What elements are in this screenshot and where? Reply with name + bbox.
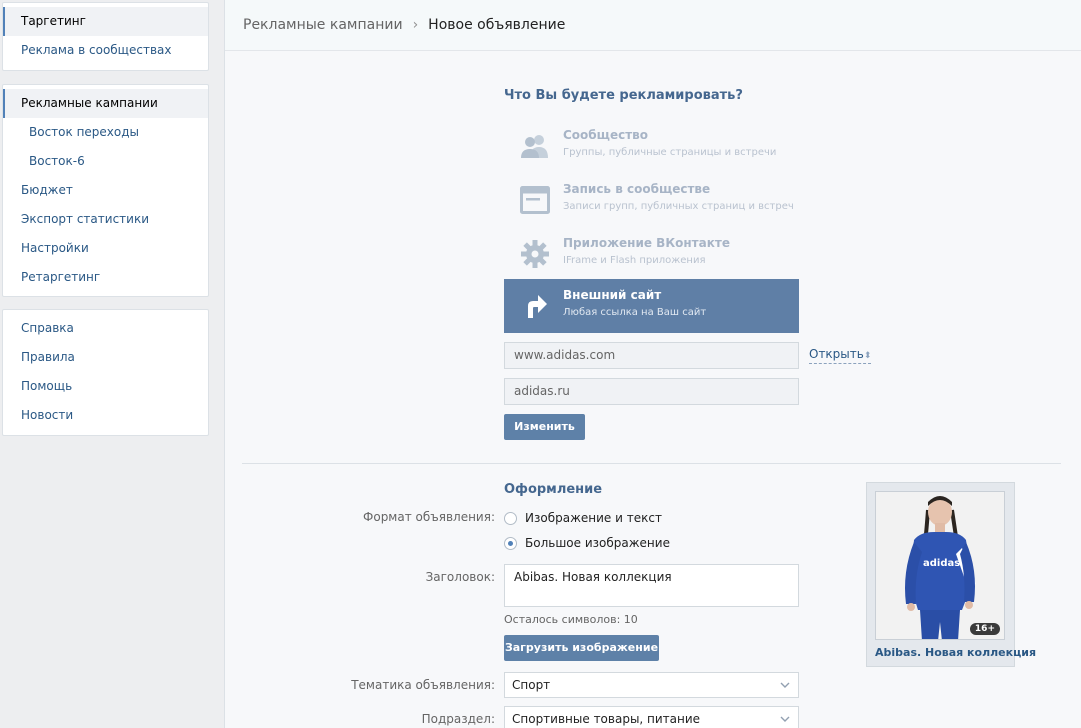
sidebar-item-rules[interactable]: Правила bbox=[3, 343, 208, 372]
community-icon bbox=[518, 129, 552, 163]
chevron-right-icon: › bbox=[412, 17, 419, 33]
subsection-label: Подраздел: bbox=[421, 712, 495, 726]
chevron-down-icon bbox=[780, 716, 790, 722]
model-photo: adidas bbox=[876, 492, 1004, 639]
topic-label: Тематика объявления: bbox=[351, 678, 495, 692]
option-community-title: Сообщество bbox=[563, 128, 648, 142]
chars-left-counter: Осталось символов: 10 bbox=[504, 613, 638, 626]
option-community-post[interactable]: Запись в сообществе Записи групп, публич… bbox=[504, 173, 799, 227]
chevron-down-icon bbox=[780, 682, 790, 688]
format-option-big-image[interactable]: Большое изображение bbox=[504, 536, 670, 550]
option-external-site-desc: Любая ссылка на Ваш сайт bbox=[563, 307, 707, 318]
external-link-icon bbox=[518, 289, 552, 323]
ad-preview: adidas 16+ Abibas. Новая коллекция bbox=[866, 482, 1036, 667]
sidebar-item-export-stats[interactable]: Экспорт статистики bbox=[3, 205, 208, 234]
arrow-icon: ⬍ bbox=[863, 351, 872, 361]
change-button[interactable]: Изменить bbox=[504, 414, 585, 440]
format-option-image-text[interactable]: Изображение и текст bbox=[504, 511, 662, 525]
sidebar-item-news[interactable]: Новости bbox=[3, 401, 208, 430]
sidebar-item-campaigns[interactable]: Рекламные кампании bbox=[3, 89, 208, 118]
option-vk-app-desc: IFrame и Flash приложения bbox=[563, 255, 706, 266]
radio-big-image[interactable] bbox=[504, 536, 517, 550]
subsection-select[interactable]: Спортивные товары, питание bbox=[504, 706, 799, 728]
sidebar-item-retargeting[interactable]: Ретаргетинг bbox=[3, 263, 208, 292]
shirt-text: adidas bbox=[923, 558, 960, 569]
ad-preview-title[interactable]: Abibas. Новая коллекция bbox=[875, 646, 1036, 659]
section-divider bbox=[242, 463, 1061, 464]
option-community[interactable]: Сообщество Группы, публичные страницы и … bbox=[504, 119, 799, 173]
sidebar-item-campaign-1[interactable]: Восток переходы bbox=[3, 118, 208, 147]
format-label: Формат объявления: bbox=[363, 510, 495, 524]
subsection-select-value: Спортивные товары, питание bbox=[512, 712, 701, 726]
topic-select[interactable]: Спорт bbox=[504, 672, 799, 698]
sidebar-item-community-ads[interactable]: Реклама в сообществах bbox=[3, 36, 208, 65]
sidebar-item-support[interactable]: Помощь bbox=[3, 372, 208, 401]
main-panel: Рекламные кампании › Новое объявление Чт… bbox=[224, 0, 1081, 728]
sidebar-item-targeting[interactable]: Таргетинг bbox=[3, 7, 208, 36]
headline-label: Заголовок: bbox=[425, 570, 495, 584]
format-option-image-text-label: Изображение и текст bbox=[525, 511, 662, 525]
option-community-desc: Группы, публичные страницы и встречи bbox=[563, 147, 777, 158]
option-vk-app-title: Приложение ВКонтакте bbox=[563, 236, 730, 250]
sidebar-block-ads-types: Таргетинг Реклама в сообществах bbox=[2, 2, 209, 71]
breadcrumb-campaigns-link[interactable]: Рекламные кампании bbox=[243, 17, 403, 33]
sidebar-block-campaigns: Рекламные кампании Восток переходы Восто… bbox=[2, 84, 209, 297]
format-option-big-image-label: Большое изображение bbox=[525, 536, 670, 550]
option-vk-app[interactable]: Приложение ВКонтакте IFrame и Flash прил… bbox=[504, 227, 799, 281]
option-external-site-title: Внешний сайт bbox=[563, 288, 662, 302]
option-community-post-desc: Записи групп, публичных страниц и встреч bbox=[563, 201, 794, 212]
open-link[interactable]: Открыть⬍ bbox=[809, 347, 872, 364]
sidebar-item-campaign-2[interactable]: Восток-6 bbox=[3, 147, 208, 176]
page-title: Новое объявление bbox=[428, 17, 566, 33]
option-external-site[interactable]: Внешний сайт Любая ссылка на Ваш сайт bbox=[504, 279, 799, 333]
age-rating-badge: 16+ bbox=[969, 623, 1000, 635]
radio-image-text[interactable] bbox=[504, 511, 517, 525]
headline-input[interactable]: Abibas. Новая коллекция bbox=[504, 564, 799, 607]
gear-icon bbox=[518, 237, 552, 271]
ad-object-heading: Что Вы будете рекламировать? bbox=[504, 88, 743, 103]
domain-field[interactable]: adidas.ru bbox=[504, 378, 799, 405]
upload-image-button[interactable]: Загрузить изображение bbox=[504, 635, 659, 661]
sidebar-item-budget[interactable]: Бюджет bbox=[3, 176, 208, 205]
sidebar-block-help: Справка Правила Помощь Новости bbox=[2, 309, 209, 436]
topic-select-value: Спорт bbox=[512, 678, 551, 692]
sidebar-item-help[interactable]: Справка bbox=[3, 314, 208, 343]
ad-preview-image[interactable]: adidas 16+ bbox=[875, 491, 1005, 640]
url-field[interactable]: www.adidas.com bbox=[504, 342, 799, 369]
option-community-post-title: Запись в сообществе bbox=[563, 182, 711, 196]
open-link-label: Открыть bbox=[809, 347, 864, 361]
post-icon bbox=[518, 183, 552, 217]
design-heading: Оформление bbox=[504, 482, 603, 497]
breadcrumb: Рекламные кампании › Новое объявление bbox=[225, 0, 1081, 51]
sidebar-item-settings[interactable]: Настройки bbox=[3, 234, 208, 263]
